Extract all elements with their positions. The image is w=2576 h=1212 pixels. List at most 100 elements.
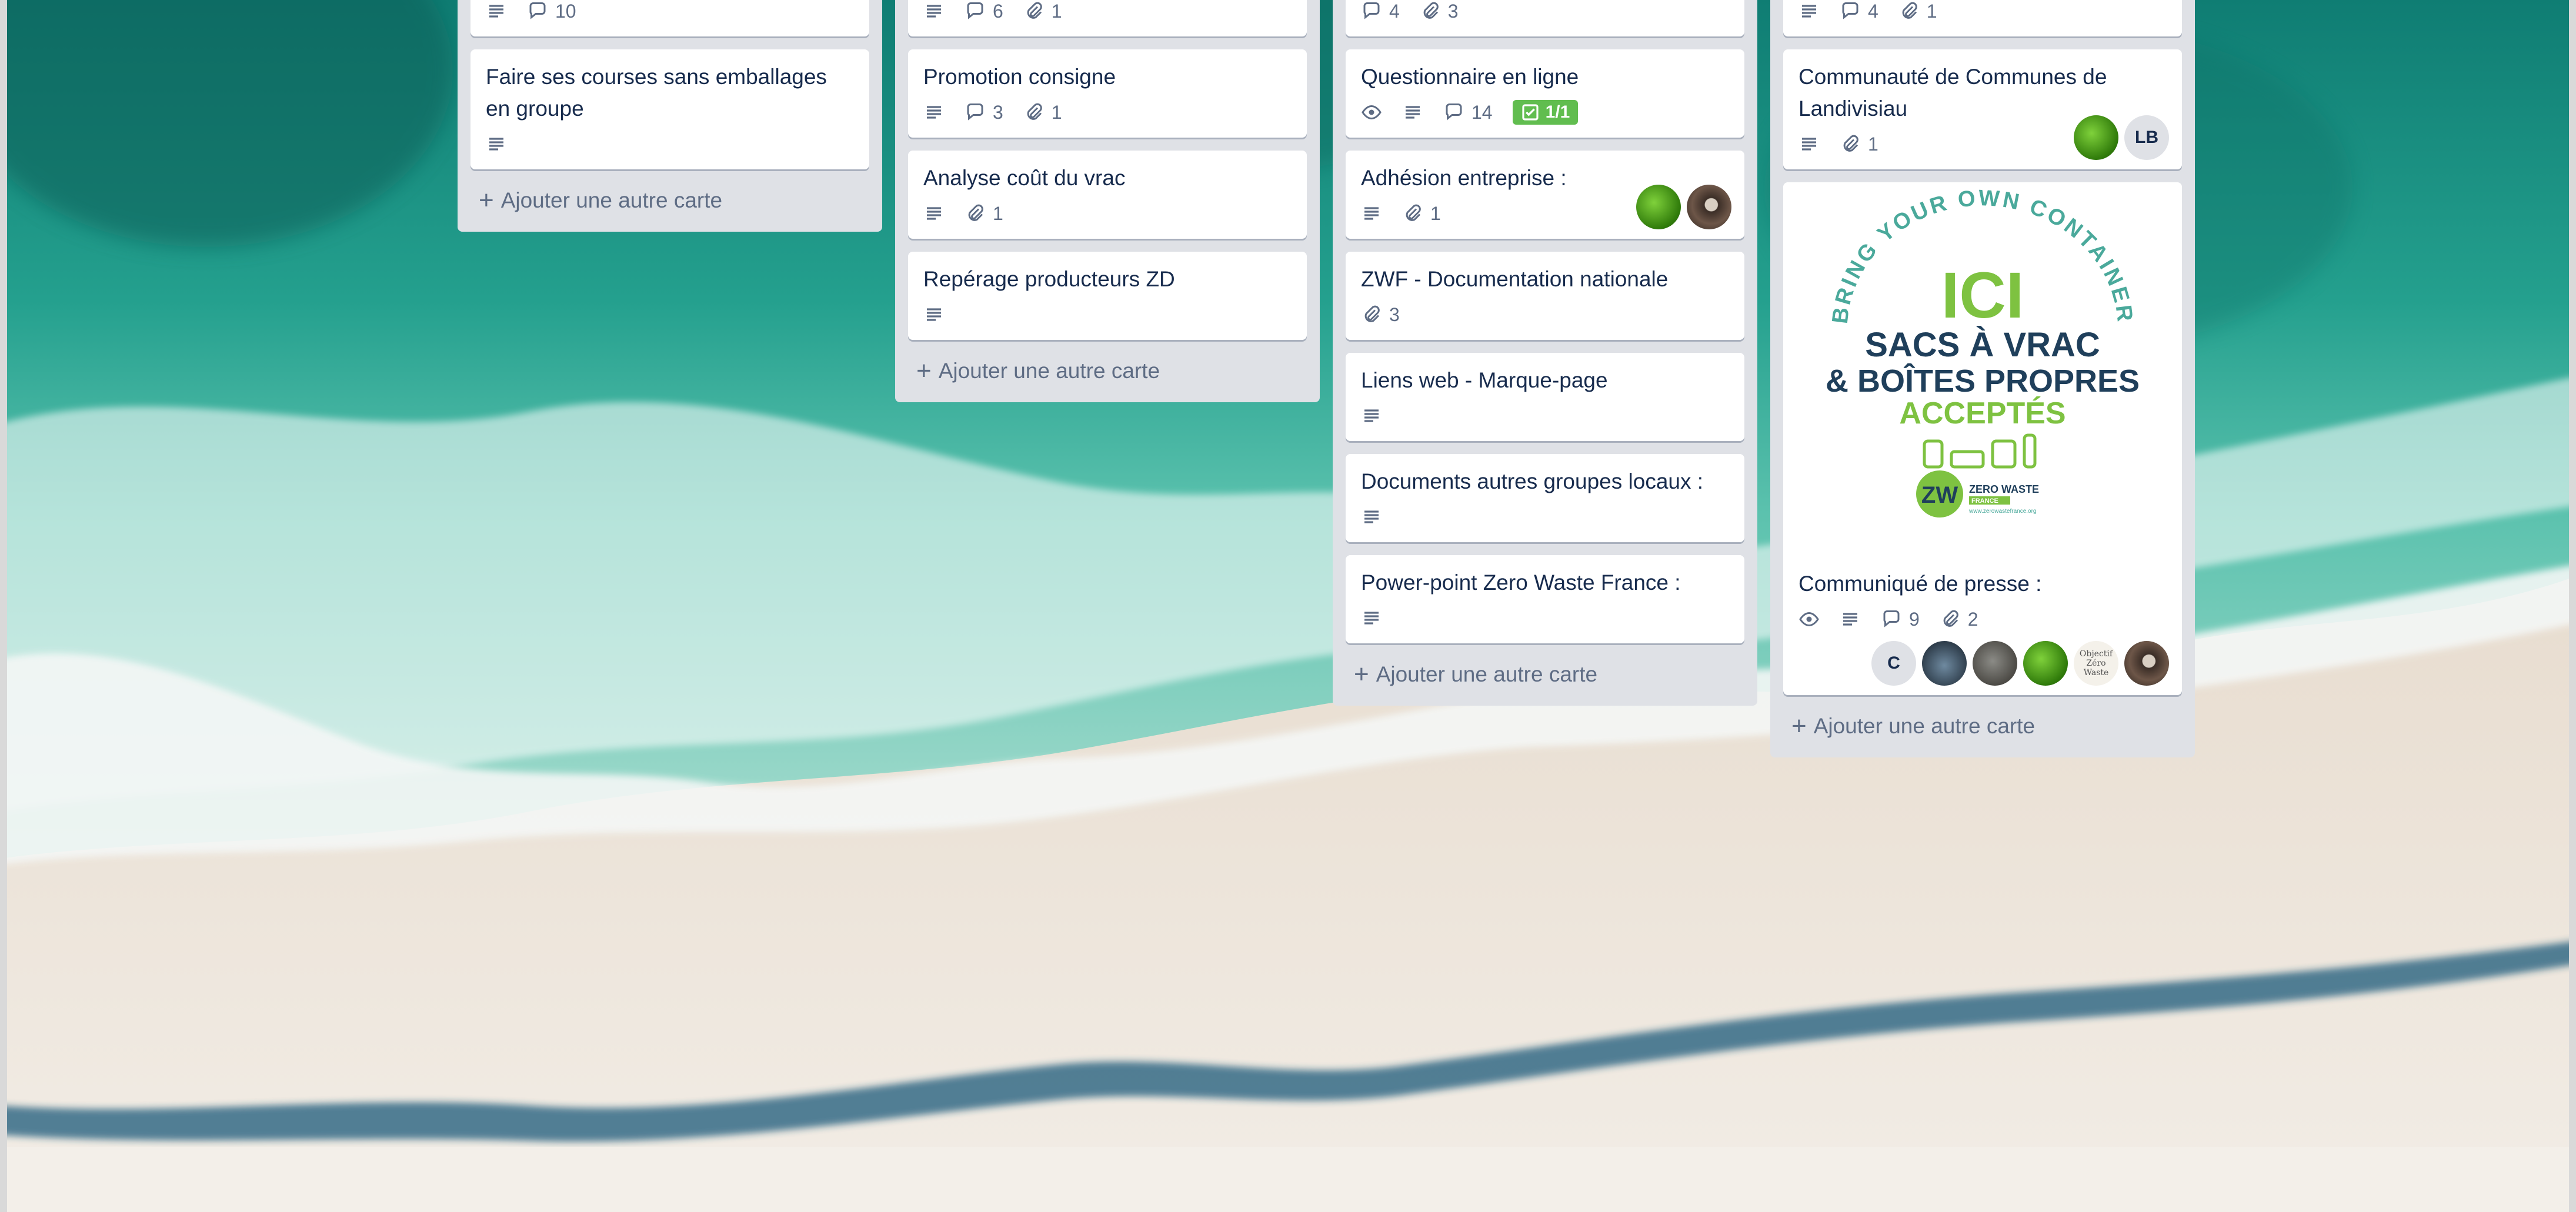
poster-logo-sub: FRANCE xyxy=(1971,498,1998,505)
description-badge xyxy=(923,304,945,325)
avatar[interactable] xyxy=(2124,641,2169,686)
card-title: ZWF - Documentation nationale xyxy=(1361,267,1669,291)
comment-icon xyxy=(967,2,983,19)
description-icon xyxy=(1364,207,1379,220)
add-card-button[interactable]: + Ajouter une autre carte xyxy=(1346,656,1744,693)
description-badge xyxy=(923,102,945,123)
avatar[interactable] xyxy=(1973,641,2017,686)
avatar[interactable] xyxy=(1636,185,1681,229)
card-badges: 3 xyxy=(1361,299,1729,330)
card[interactable]: Faire ses courses sans emballages en gro… xyxy=(471,49,869,169)
list-3: 4 3 Questionnaire en ligne 14 1/1 Adhési… xyxy=(1333,0,1757,706)
description-badge xyxy=(486,1,507,22)
card-badges: 14 1/1 xyxy=(1361,96,1729,128)
add-card-label: Ajouter une autre carte xyxy=(1376,662,1598,686)
attachments-count: 1 xyxy=(1926,0,1937,22)
card-title: Communiqué de presse : xyxy=(1798,572,2042,596)
card-badges xyxy=(923,299,1292,330)
card[interactable]: Communauté de Communes de Landivisiau 1 … xyxy=(1783,49,2182,169)
avatar-initials[interactable]: C xyxy=(1871,641,1916,686)
card[interactable]: 4 1 xyxy=(1783,0,2182,36)
plus-icon: + xyxy=(479,186,494,215)
avatar[interactable] xyxy=(1922,641,1967,686)
card-badges: 3 1 xyxy=(923,96,1292,128)
card-title: Documents autres groupes locaux : xyxy=(1361,469,1704,493)
card[interactable]: Adhésion entreprise : 1 xyxy=(1346,151,1744,239)
poster-url: www.zerowastefrance.org xyxy=(1968,508,2037,515)
attachments-badge: 1 xyxy=(1023,102,1062,123)
add-card-label: Ajouter une autre carte xyxy=(500,188,723,212)
description-badge xyxy=(1361,506,1382,527)
attachments-badge: 3 xyxy=(1420,1,1459,22)
avatar[interactable] xyxy=(1687,185,1731,229)
comments-badge: 4 xyxy=(1361,1,1400,22)
card[interactable]: Repérage producteurs ZD xyxy=(908,252,1307,340)
zero-waste-logo: ZW ZERO WASTE FRANCE www.zerowastefrance… xyxy=(1916,470,2039,517)
avatar[interactable] xyxy=(2074,115,2118,160)
comments-count: 14 xyxy=(1471,101,1493,123)
attachments-count: 1 xyxy=(1051,0,1062,22)
description-icon xyxy=(1364,612,1379,625)
card[interactable]: Analyse coût du vrac 1 xyxy=(908,151,1307,239)
watch-badge xyxy=(1361,102,1382,123)
description-icon xyxy=(927,5,941,18)
attachment-icon xyxy=(1027,2,1042,19)
description-badge xyxy=(923,1,945,22)
poster-line3: & BOÎTES PROPRES xyxy=(1826,363,2140,399)
list-1: 10 Faire ses courses sans emballages en … xyxy=(458,0,882,232)
add-card-label: Ajouter une autre carte xyxy=(938,359,1160,383)
card[interactable]: Power-point Zero Waste France : xyxy=(1346,555,1744,643)
watch-badge xyxy=(1798,609,1820,630)
add-card-button[interactable]: + Ajouter une autre carte xyxy=(908,353,1307,389)
poster-line4: ACCEPTÉS xyxy=(1899,396,2066,430)
card[interactable]: Documents autres groupes locaux : xyxy=(1346,454,1744,542)
card[interactable]: Liens web - Marque-page xyxy=(1346,353,1744,441)
comments-count: 4 xyxy=(1868,0,1878,22)
description-badge xyxy=(1798,133,1820,155)
card-title: Liens web - Marque-page xyxy=(1361,368,1608,392)
card-badges xyxy=(1361,501,1729,533)
attachments-count: 1 xyxy=(1430,202,1441,224)
avatar[interactable] xyxy=(2023,641,2068,686)
add-card-button[interactable]: + Ajouter une autre carte xyxy=(471,182,869,219)
attachments-badge: 1 xyxy=(1840,133,1878,155)
card-title: Faire ses courses sans emballages en gro… xyxy=(486,65,827,121)
attachments-count: 1 xyxy=(1868,133,1878,155)
attachment-icon xyxy=(1027,103,1042,120)
card[interactable]: 4 3 xyxy=(1346,0,1744,36)
attachment-icon xyxy=(1364,305,1380,322)
comments-count: 10 xyxy=(555,0,576,22)
list-4: 4 1 Communauté de Communes de Landivisia… xyxy=(1770,0,2195,757)
attachment-icon xyxy=(1902,2,1917,19)
attachments-badge: 1 xyxy=(1023,1,1062,22)
add-card-button[interactable]: + Ajouter une autre carte xyxy=(1783,708,2182,744)
plus-icon: + xyxy=(1791,712,1807,740)
add-card-label: Ajouter une autre carte xyxy=(1813,714,2036,738)
description-icon xyxy=(927,106,941,119)
description-icon xyxy=(1802,5,1816,18)
card[interactable]: Promotion consigne 3 1 xyxy=(908,49,1307,138)
comment-icon xyxy=(1883,610,1900,627)
description-icon xyxy=(1364,510,1379,523)
comments-count: 3 xyxy=(993,101,1003,123)
card-badges xyxy=(486,128,854,160)
plus-icon: + xyxy=(1354,660,1369,689)
attachments-badge: 1 xyxy=(965,203,1003,225)
comments-badge: 14 xyxy=(1443,102,1493,123)
card[interactable]: 10 xyxy=(471,0,869,36)
description-badge xyxy=(1361,405,1382,426)
comments-count: 4 xyxy=(1389,0,1400,22)
avatar-initials[interactable]: LB xyxy=(2124,115,2169,160)
card[interactable]: BRING YOUR OWN CONTAINER ICI SACS À VRAC… xyxy=(1783,182,2182,695)
comments-badge: 6 xyxy=(965,1,1003,22)
list-2: 6 1 Promotion consigne 3 1 Analyse coût … xyxy=(895,0,1320,402)
card[interactable]: Questionnaire en ligne 14 1/1 xyxy=(1346,49,1744,138)
card[interactable]: ZWF - Documentation nationale 3 xyxy=(1346,252,1744,340)
avatar[interactable]: Objectif Zéro Waste xyxy=(2074,641,2118,686)
description-badge xyxy=(1840,609,1861,630)
attachments-badge: 3 xyxy=(1361,304,1400,326)
attachments-badge: 1 xyxy=(1898,1,1937,22)
card-badges xyxy=(1361,602,1729,634)
description-badge xyxy=(1361,607,1382,629)
card[interactable]: 6 1 xyxy=(908,0,1307,36)
